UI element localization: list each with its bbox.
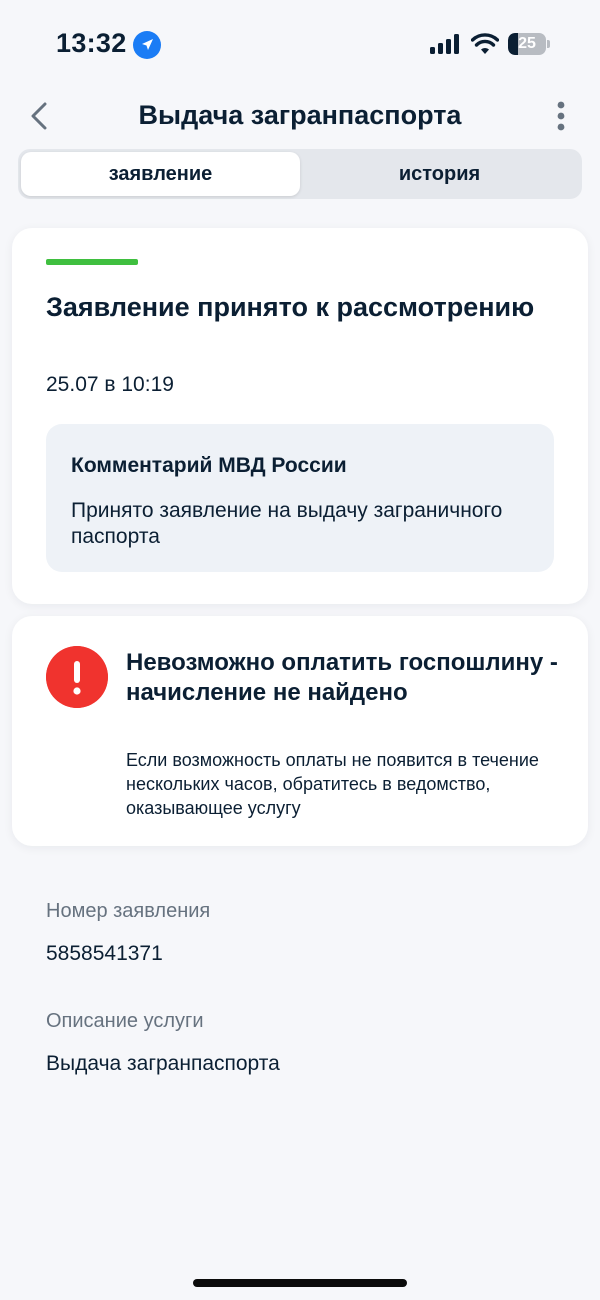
status-progress-indicator (46, 259, 138, 265)
battery-level: 25 (518, 35, 536, 52)
battery-indicator: 25 (508, 33, 550, 55)
battery-body: 25 (508, 33, 546, 55)
comment-box: Комментарий МВД России Принято заявление… (46, 424, 554, 572)
application-number-label: Номер заявления (46, 900, 211, 922)
wifi-icon (471, 33, 499, 54)
tab-history[interactable]: история (300, 152, 579, 196)
segmented-tabs: заявление история (18, 149, 582, 199)
tab-application[interactable]: заявление (21, 152, 300, 196)
exclamation-icon (46, 646, 108, 708)
comment-text: Принято заявление на выдачу заграничного… (71, 499, 503, 548)
more-vertical-icon[interactable] (546, 98, 576, 134)
application-number-value: 5858541371 (46, 942, 163, 965)
status-bar: 13:32 25 (0, 0, 600, 90)
error-text: Если возможность оплаты не появится в те… (126, 750, 539, 818)
application-status-card: Заявление принято к рассмотрению 25.07 в… (12, 228, 588, 604)
service-description-value: Выдача загранпаспорта (46, 1052, 280, 1075)
battery-cap (547, 40, 550, 48)
payment-error-card: Невозможно оплатить госпошлину - начисле… (12, 616, 588, 846)
chevron-left-icon[interactable] (22, 98, 58, 134)
page-title: Выдача загранпаспорта (138, 100, 462, 130)
status-time: 13:32 (56, 28, 127, 58)
cellular-signal-icon (430, 34, 459, 54)
service-description-label: Описание услуги (46, 1010, 204, 1032)
comment-title: Комментарий МВД России (71, 454, 347, 477)
error-title: Невозможно оплатить госпошлину - начисле… (126, 649, 558, 706)
location-arrow-icon (133, 31, 161, 59)
status-date: 25.07 в 10:19 (46, 373, 174, 396)
page-header: Выдача загранпаспорта (0, 90, 600, 142)
status-title: Заявление принято к рассмотрению (46, 292, 535, 322)
home-indicator[interactable] (193, 1279, 407, 1287)
